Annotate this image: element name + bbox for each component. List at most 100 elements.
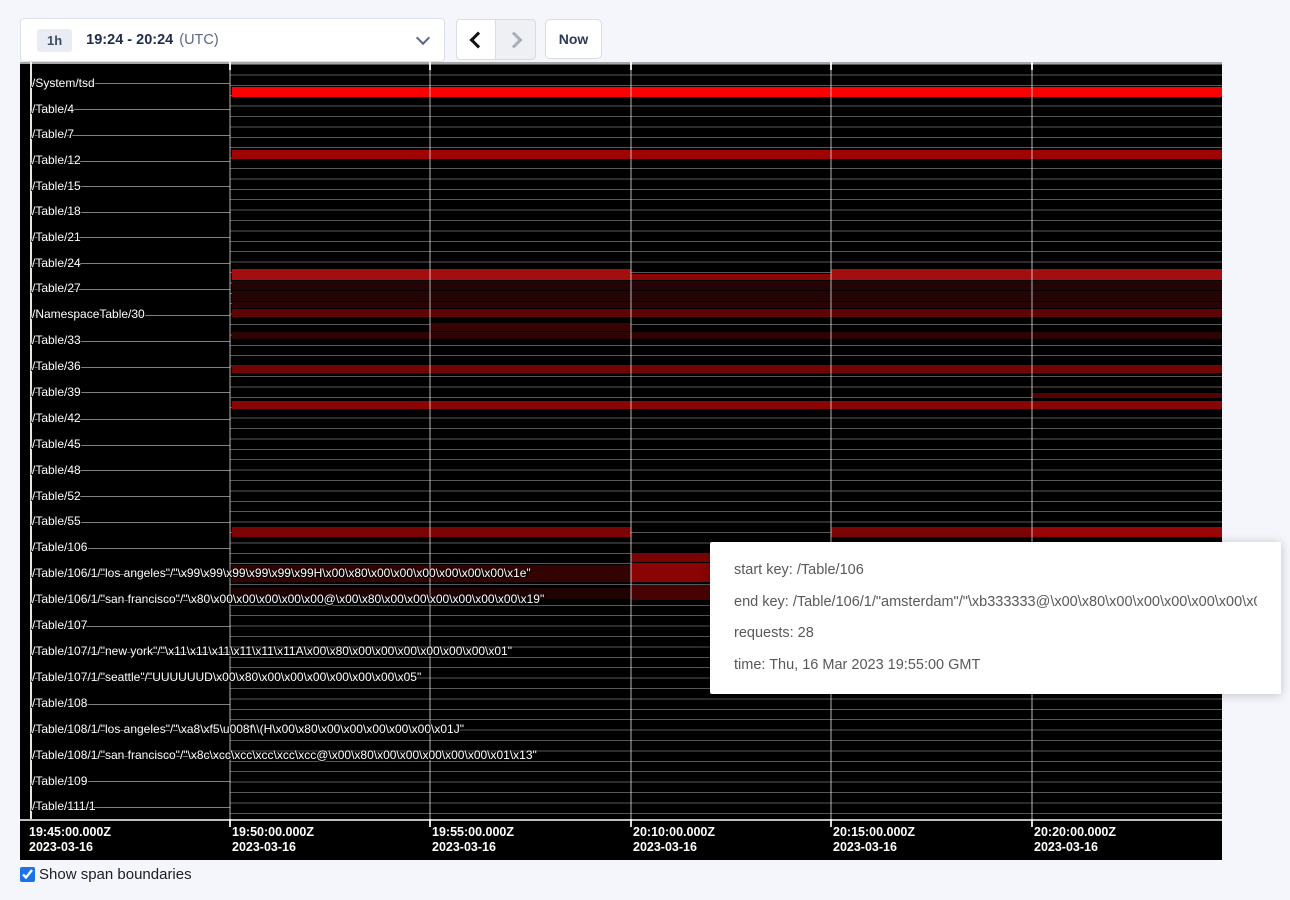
row-label: /Table/21: [32, 230, 81, 244]
x-axis-label: 19:45:00.000Z2023-03-16: [29, 825, 111, 855]
chevron-right-icon: [505, 31, 522, 48]
heatmap-band[interactable]: [1032, 393, 1222, 398]
heatmap-band[interactable]: [232, 269, 631, 280]
time-range-selector[interactable]: 1h 19:24 - 20:24 (UTC): [20, 18, 445, 62]
x-axis-line: [20, 819, 1222, 821]
x-axis-date: 2023-03-16: [633, 840, 715, 855]
next-time-button[interactable]: [496, 19, 536, 60]
heatmap-band[interactable]: [232, 332, 1222, 339]
x-axis-label: 20:15:00.000Z2023-03-16: [833, 825, 915, 855]
axis-tick-bottom: [1031, 819, 1033, 827]
x-axis-label: 19:50:00.000Z2023-03-16: [232, 825, 314, 855]
row-label: /Table/111/1: [32, 799, 96, 813]
tooltip-requests: requests: 28: [734, 618, 1257, 650]
grid-line-vertical: [630, 62, 632, 819]
tooltip: start key: /Table/106 end key: /Table/10…: [710, 542, 1281, 694]
x-axis-date: 2023-03-16: [833, 840, 915, 855]
heatmap-band[interactable]: [831, 527, 1032, 537]
grid-line-vertical: [1031, 62, 1033, 819]
heatmap-band[interactable]: [232, 527, 631, 537]
x-axis-time: 20:20:00.000Z: [1034, 825, 1116, 840]
heatmap-band[interactable]: [232, 309, 1222, 317]
row-label: /Table/52: [32, 489, 81, 503]
show-span-boundaries-checkbox[interactable]: [20, 867, 35, 882]
now-button[interactable]: Now: [545, 19, 602, 59]
row-label: /Table/109: [32, 774, 87, 788]
x-axis-label: 19:55:00.000Z2023-03-16: [432, 825, 514, 855]
axis-tick-top: [630, 62, 632, 70]
row-label: /Table/106/1/"los angeles"/"\x99\x99\x99…: [32, 566, 531, 580]
heatmap-band[interactable]: [232, 401, 1222, 410]
axis-tick-bottom: [229, 819, 231, 827]
row-label: /Table/108: [32, 696, 87, 710]
axis-tick-bottom: [830, 819, 832, 827]
heatmap-band[interactable]: [232, 302, 1222, 308]
row-label: /Table/4: [32, 102, 74, 116]
x-axis-time: 19:50:00.000Z: [232, 825, 314, 840]
tooltip-end-key: end key: /Table/106/1/"amsterdam"/"\xb33…: [734, 587, 1257, 619]
row-label: /Table/107/1/"new york"/"\x11\x11\x11\x1…: [32, 644, 512, 658]
heatmap-band[interactable]: [631, 585, 710, 600]
grid-line-vertical: [229, 62, 231, 819]
key-visualizer-canvas[interactable]: /System/tsd/Table/4/Table/7/Table/12/Tab…: [20, 62, 1222, 860]
heatmap-band[interactable]: [1032, 527, 1222, 537]
chevron-left-icon: [470, 31, 487, 48]
x-axis-time: 20:10:00.000Z: [633, 825, 715, 840]
heatmap-band[interactable]: [631, 563, 710, 582]
axis-tick-bottom: [630, 819, 632, 827]
x-axis-label: 20:20:00.000Z2023-03-16: [1034, 825, 1116, 855]
row-label: /Table/15: [32, 179, 81, 193]
heatmap-band[interactable]: [232, 281, 1222, 290]
row-label: /Table/33: [32, 333, 81, 347]
time-range-timezone: (UTC): [179, 32, 218, 48]
x-axis-time: 19:55:00.000Z: [432, 825, 514, 840]
time-range-badge: 1h: [37, 29, 72, 52]
time-nav-group: [456, 19, 536, 60]
heatmap-band[interactable]: [232, 365, 1222, 373]
x-axis-time: 20:15:00.000Z: [833, 825, 915, 840]
row-label: /Table/39: [32, 385, 81, 399]
row-label: /Table/107: [32, 618, 87, 632]
row-label: /Table/106: [32, 540, 87, 554]
row-label: /Table/108/1/"san francisco"/"\x8c\xcc\x…: [32, 748, 537, 762]
x-axis-label: 20:10:00.000Z2023-03-16: [633, 825, 715, 855]
heatmap-band[interactable]: [831, 269, 1222, 280]
row-label: /Table/36: [32, 359, 81, 373]
x-axis-date: 2023-03-16: [29, 840, 111, 855]
axis-tick-bottom: [429, 819, 431, 827]
row-label: /Table/107/1/"seattle"/"UUUUUUD\x00\x80\…: [32, 670, 421, 684]
key-visualizer-page: 1h 19:24 - 20:24 (UTC) Now /System/tsd/T…: [0, 0, 1290, 900]
row-label: /Table/108/1/"los angeles"/"\xa8\xf5\u00…: [32, 722, 464, 736]
heatmap-band[interactable]: [631, 553, 710, 562]
row-label: /System/tsd: [32, 76, 95, 90]
row-label: /Table/42: [32, 411, 81, 425]
heatmap-band[interactable]: [430, 323, 631, 331]
footer-controls: Show span boundaries: [20, 866, 192, 883]
row-label: /Table/27: [32, 281, 81, 295]
row-label: /Table/24: [32, 256, 81, 270]
row-label: /Table/7: [32, 127, 74, 141]
prev-time-button[interactable]: [456, 19, 496, 60]
x-axis-date: 2023-03-16: [232, 840, 314, 855]
heatmap-band[interactable]: [631, 274, 831, 280]
row-label: /NamespaceTable/30: [32, 307, 145, 321]
chevron-down-icon: [416, 31, 430, 45]
row-label: /Table/18: [32, 204, 81, 218]
grid-line-vertical: [830, 62, 832, 819]
row-label: /Table/55: [32, 514, 81, 528]
span-boundaries-fine-grid: [230, 62, 1222, 819]
row-label: /Table/45: [32, 437, 81, 451]
time-range-label: 19:24 - 20:24: [86, 32, 173, 48]
heatmap-band[interactable]: [232, 87, 1222, 97]
heatmap-band[interactable]: [232, 291, 1222, 301]
row-label: /Table/12: [32, 153, 81, 167]
grid-line-vertical: [429, 62, 431, 819]
x-axis-date: 2023-03-16: [1034, 840, 1116, 855]
show-span-boundaries-label[interactable]: Show span boundaries: [39, 866, 192, 883]
heatmap-band[interactable]: [232, 150, 1222, 159]
axis-tick-top: [1031, 62, 1033, 70]
row-label: /Table/106/1/"san francisco"/"\x80\x00\x…: [32, 592, 544, 606]
x-axis-date: 2023-03-16: [432, 840, 514, 855]
axis-tick-top: [229, 62, 231, 70]
x-axis-time: 19:45:00.000Z: [29, 825, 111, 840]
